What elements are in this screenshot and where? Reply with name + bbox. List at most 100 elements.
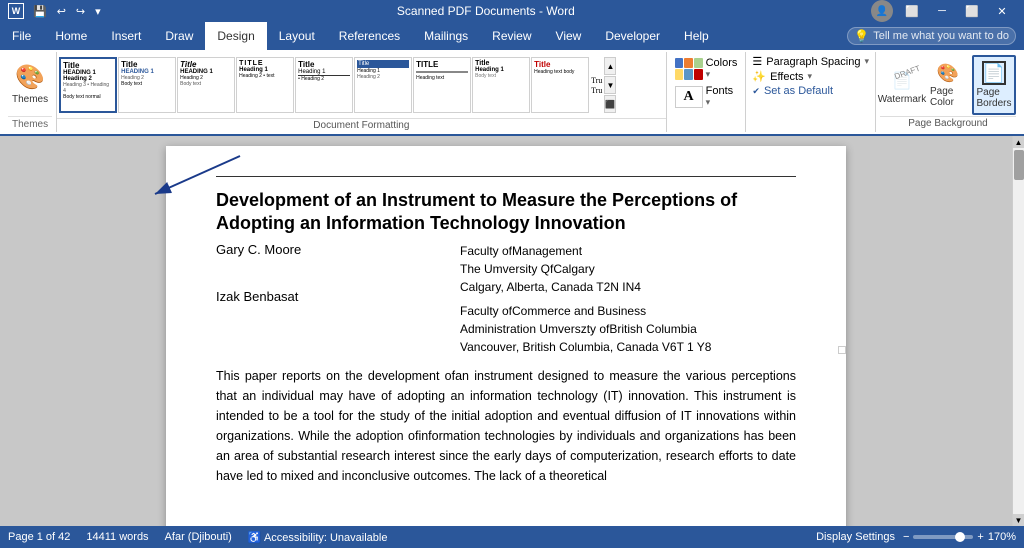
- app-wrapper: W 💾 ↩ ↪ ▾ Scanned PDF Documents - Word 👤…: [0, 0, 1024, 548]
- title-bar-left: W 💾 ↩ ↪ ▾: [8, 3, 104, 20]
- effects-button[interactable]: ✨ Effects ▾: [752, 70, 869, 83]
- tab-references[interactable]: References: [327, 22, 412, 50]
- style-item-5[interactable]: Title Heading 1 • Heading 2: [295, 57, 353, 113]
- author2-affiliation: Faculty ofCommerce and Business Administ…: [460, 302, 796, 356]
- tab-help[interactable]: Help: [672, 22, 721, 50]
- zoom-out-button[interactable]: −: [903, 531, 909, 543]
- style-body-9: Heading text body: [534, 69, 586, 75]
- author2-name: Izak Benbasat: [216, 289, 440, 304]
- style-body-8: Body text: [475, 73, 527, 79]
- word-icon: W: [8, 3, 24, 19]
- window-controls: 👤 ⬜ ─ ⬜ ✕: [868, 0, 1016, 22]
- page-color-button[interactable]: 🎨 Page Color: [926, 55, 970, 115]
- author1-block: Gary C. Moore Izak Benbasat: [216, 242, 440, 356]
- tell-me-container[interactable]: 💡 Tell me what you want to do: [847, 27, 1016, 45]
- colors-fonts-content: Colors ▾ A Fonts ▾: [673, 56, 740, 128]
- style-item-4[interactable]: TITLE Heading 1 Heading 2 • text: [236, 57, 294, 113]
- affiliation1-line2: The Umversity QfCalgary: [460, 260, 796, 278]
- style-item-3[interactable]: Title HEADING 1 Heading 2 Body text: [177, 57, 235, 113]
- swatch-blue: [675, 58, 684, 69]
- user-avatar: 👤: [871, 0, 893, 22]
- page-borders-button[interactable]: 📄 Page Borders: [972, 55, 1016, 115]
- style-item-1[interactable]: Title HEADING 1 Heading 2 Heading 3 • He…: [59, 57, 117, 113]
- customize-quick-access-button[interactable]: ▾: [92, 3, 104, 20]
- themes-button[interactable]: 🎨 Themes: [8, 54, 52, 114]
- set-as-default-button[interactable]: ✔ Set as Default: [752, 85, 869, 97]
- document-title: Development of an Instrument to Measure …: [216, 189, 796, 236]
- tab-insert[interactable]: Insert: [99, 22, 153, 50]
- affiliation1-line1: Faculty ofManagement: [460, 242, 796, 260]
- tab-layout[interactable]: Layout: [267, 22, 327, 50]
- fonts-button[interactable]: A Fonts ▾: [673, 84, 740, 109]
- scrollbar-thumb[interactable]: [1014, 150, 1024, 180]
- user-account-button[interactable]: 👤: [868, 0, 896, 22]
- scrollbar-track[interactable]: [1014, 148, 1024, 514]
- minimize-button[interactable]: ─: [928, 0, 956, 22]
- style-title-6: Title: [357, 60, 409, 68]
- page-info: Page 1 of 42: [8, 531, 70, 543]
- style-body-1: Heading 3 • Heading 4: [63, 82, 113, 94]
- style-item-2[interactable]: Title HEADING 1 Heading 2 Body text: [118, 57, 176, 113]
- zoom-slider[interactable]: [913, 535, 973, 539]
- effects-icon: ✨: [752, 70, 766, 83]
- document-formatting-gallery-wrapper: Title HEADING 1 Heading 2 Heading 3 • He…: [57, 52, 665, 132]
- style-body-4: Heading 2 • text: [239, 73, 291, 79]
- redo-button[interactable]: ↪: [73, 3, 88, 20]
- close-button[interactable]: ✕: [988, 0, 1016, 22]
- tab-developer[interactable]: Developer: [593, 22, 672, 50]
- tab-design[interactable]: Design: [205, 22, 266, 50]
- undo-button[interactable]: ↩: [54, 3, 69, 20]
- zoom-bar: − + 170%: [903, 531, 1016, 543]
- tab-mailings[interactable]: Mailings: [412, 22, 480, 50]
- fonts-dropdown-arrow: ▾: [706, 97, 734, 108]
- colors-button[interactable]: Colors ▾: [673, 56, 740, 81]
- zoom-thumb[interactable]: [955, 532, 965, 542]
- window-title: Scanned PDF Documents - Word: [397, 4, 575, 18]
- watermark-button[interactable]: 📄 DRAFT Watermark: [880, 55, 924, 115]
- language-indicator[interactable]: Afar (Djibouti): [165, 531, 232, 543]
- save-button[interactable]: 💾: [30, 3, 50, 20]
- accessibility-status[interactable]: ♿ Accessibility: Unavailable: [248, 531, 388, 544]
- watermark-icon: 📄 DRAFT: [892, 66, 912, 92]
- author2-name-block: Izak Benbasat: [216, 289, 440, 304]
- gallery-scroll-down[interactable]: ▼: [604, 76, 616, 94]
- gallery-scroll-more[interactable]: ⬛: [604, 95, 616, 113]
- affiliation2-line1: Faculty ofCommerce and Business: [460, 302, 796, 320]
- style-body-2: Body text: [121, 81, 173, 87]
- swatch-orange: [684, 58, 693, 69]
- display-settings[interactable]: Display Settings: [816, 531, 895, 543]
- style-tru-1: Tru: [591, 76, 602, 85]
- affiliation2-line3: Vancouver, British Columbia, Canada V6T …: [460, 338, 796, 356]
- tab-draw[interactable]: Draw: [153, 22, 205, 50]
- zoom-level: 170%: [988, 531, 1016, 543]
- style-body-text-1: Body text normal: [63, 94, 113, 100]
- author1-affiliation: Faculty ofManagement The Umversity QfCal…: [460, 242, 796, 296]
- document-formatting-gallery: Title HEADING 1 Heading 2 Heading 3 • He…: [57, 52, 665, 118]
- page-borders-label: Page Borders: [977, 87, 1012, 109]
- page-borders-icon: 📄: [982, 61, 1006, 85]
- zoom-in-button[interactable]: +: [977, 531, 983, 543]
- style-item-7[interactable]: TITLE Heading text: [413, 57, 471, 113]
- style-item-9[interactable]: Title Heading text body: [531, 57, 589, 113]
- ribbon-display-button[interactable]: ⬜: [898, 0, 926, 22]
- scroll-up-button[interactable]: ▲: [1013, 136, 1024, 148]
- page-color-label: Page Color: [930, 86, 966, 108]
- style-item-6[interactable]: Title Heading 1 Heading 2: [354, 57, 412, 113]
- document-formatting-label: Document Formatting: [57, 118, 665, 132]
- main-area: Development of an Instrument to Measure …: [0, 136, 1024, 526]
- tab-view[interactable]: View: [544, 22, 594, 50]
- page-background-content: 📄 DRAFT Watermark 🎨 Page Color 📄 Page Bo…: [880, 54, 1016, 116]
- tab-file[interactable]: File: [0, 22, 43, 50]
- tab-review[interactable]: Review: [480, 22, 543, 50]
- affiliations-block: Faculty ofManagement The Umversity QfCal…: [460, 242, 796, 356]
- style-title-1: Title: [63, 61, 113, 70]
- paragraph-spacing-button[interactable]: ☰ Paragraph Spacing ▾: [752, 55, 869, 68]
- themes-icon: 🎨: [15, 63, 45, 92]
- style-item-8[interactable]: Title Heading 1 Body text: [472, 57, 530, 113]
- gallery-scroll-up[interactable]: ▲: [604, 57, 616, 75]
- style-text-3: Body text: [180, 81, 232, 87]
- authors-section: Gary C. Moore Izak Benbasat Faculty ofMa…: [216, 242, 796, 356]
- scroll-down-button[interactable]: ▼: [1013, 514, 1024, 526]
- tab-home[interactable]: Home: [43, 22, 99, 50]
- maximize-button[interactable]: ⬜: [958, 0, 986, 22]
